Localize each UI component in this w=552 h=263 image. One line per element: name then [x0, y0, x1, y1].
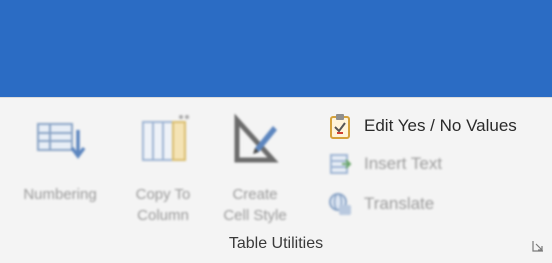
dialog-launcher-icon[interactable]	[532, 240, 544, 252]
group-label: Table Utilities	[228, 235, 324, 252]
copy-to-column-button[interactable]: Copy To Column	[120, 110, 206, 240]
create-cell-style-button[interactable]: Create Cell Style	[216, 110, 294, 240]
copy-to-column-icon	[142, 115, 189, 161]
translate-label: Translate	[364, 194, 435, 213]
ribbon-panel: Numbering Copy To Column Create Cell Sty…	[0, 97, 552, 263]
clipboard-check-icon	[330, 114, 350, 139]
translate-button[interactable]: Translate	[328, 188, 543, 220]
title-bar	[0, 0, 552, 97]
copy-to-column-label: Copy To Column	[135, 186, 191, 224]
insert-text-label: Insert Text	[364, 154, 443, 173]
edit-yes-no-values-button[interactable]: Edit Yes / No Values	[328, 110, 543, 142]
numbering-icon	[37, 123, 86, 159]
cell-style-icon	[234, 114, 279, 163]
translate-icon	[329, 193, 351, 215]
insert-text-icon	[330, 154, 352, 174]
numbering-label: Numbering	[23, 186, 97, 203]
create-cell-style-label: Create Cell Style	[223, 186, 287, 224]
edit-yes-no-values-label: Edit Yes / No Values	[364, 116, 517, 135]
insert-text-button[interactable]: Insert Text	[328, 148, 543, 180]
numbering-button[interactable]: Numbering	[8, 110, 112, 240]
